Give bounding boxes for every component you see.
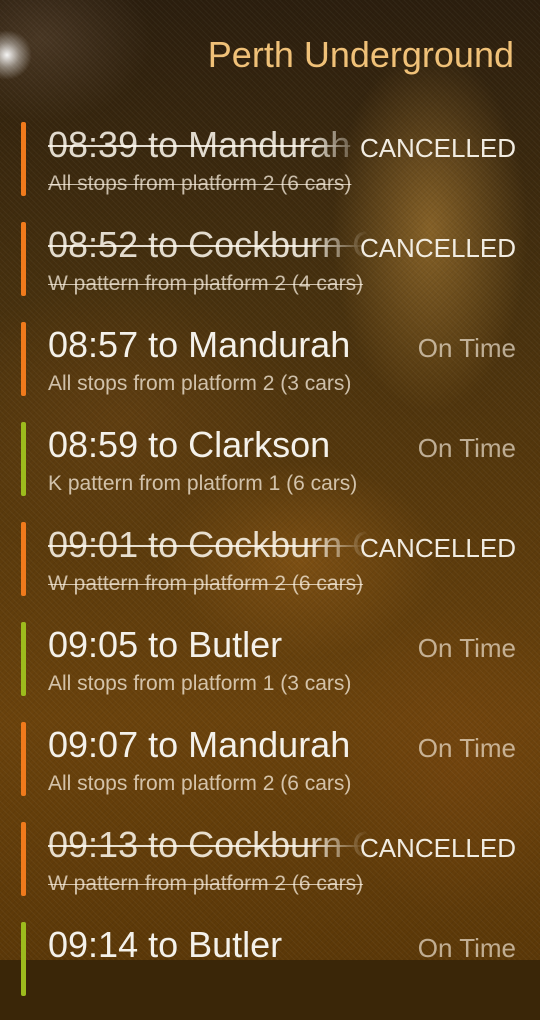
departure-details: W pattern from platform 2 (6 cars) <box>48 572 364 595</box>
departure-row[interactable]: 09:01 to Cockburn Central W pattern from… <box>0 520 540 620</box>
departures-list: 08:39 to Mandurah All stops from platfor… <box>0 120 540 1020</box>
line-color-bar <box>21 622 26 696</box>
status-label: CANCELLED <box>359 833 516 863</box>
departure-row[interactable]: 09:07 to Mandurah All stops from platfor… <box>0 720 540 820</box>
departure-details: W pattern from platform 2 (4 cars) <box>48 272 364 295</box>
departure-row[interactable]: 08:57 to Mandurah All stops from platfor… <box>0 320 540 420</box>
page-title: Perth Underground <box>207 34 514 75</box>
status-label: CANCELLED <box>359 233 516 263</box>
status-label: On Time <box>417 633 516 663</box>
departure-details: W pattern from platform 2 (6 cars) <box>48 872 364 895</box>
departure-title: 09:13 to Cockburn Central <box>48 824 368 865</box>
status-label: On Time <box>417 433 516 463</box>
departure-title: 09:05 to Butler <box>48 624 283 665</box>
departure-row[interactable]: 08:52 to Cockburn Central W pattern from… <box>0 220 540 320</box>
departure-row[interactable]: 08:59 to Clarkson K pattern from platfor… <box>0 420 540 520</box>
departure-title: 08:57 to Mandurah <box>48 324 351 365</box>
departure-details: All stops from platform 1 (3 cars) <box>48 672 352 695</box>
departure-row[interactable]: 09:05 to Butler All stops from platform … <box>0 620 540 720</box>
line-color-bar <box>21 822 26 896</box>
departure-title: 08:39 to Mandurah <box>48 124 351 165</box>
departure-title: 08:59 to Clarkson <box>48 424 331 465</box>
departure-row[interactable]: 09:14 to Butler On Time <box>0 920 540 1020</box>
departure-details: All stops from platform 2 (3 cars) <box>48 372 352 395</box>
departure-title: 09:07 to Mandurah <box>48 724 351 765</box>
departure-row[interactable]: 08:39 to Mandurah All stops from platfor… <box>0 120 540 220</box>
line-color-bar <box>21 322 26 396</box>
line-color-bar <box>21 922 26 996</box>
status-label: On Time <box>417 333 516 363</box>
departure-details: All stops from platform 2 (6 cars) <box>48 772 352 795</box>
departure-details: All stops from platform 2 (6 cars) <box>48 172 352 195</box>
status-label: On Time <box>417 933 516 963</box>
line-color-bar <box>21 122 26 196</box>
line-color-bar <box>21 422 26 496</box>
line-color-bar <box>21 722 26 796</box>
line-color-bar <box>21 222 26 296</box>
departure-title: 09:01 to Cockburn Central <box>48 524 368 565</box>
line-color-bar <box>21 522 26 596</box>
departure-title: 09:14 to Butler <box>48 924 283 965</box>
status-label: CANCELLED <box>359 133 516 163</box>
departure-details: K pattern from platform 1 (6 cars) <box>48 472 358 495</box>
status-label: On Time <box>417 733 516 763</box>
departure-title: 08:52 to Cockburn Central <box>48 224 368 265</box>
status-label: CANCELLED <box>359 533 516 563</box>
departure-row[interactable]: 09:13 to Cockburn Central W pattern from… <box>0 820 540 920</box>
